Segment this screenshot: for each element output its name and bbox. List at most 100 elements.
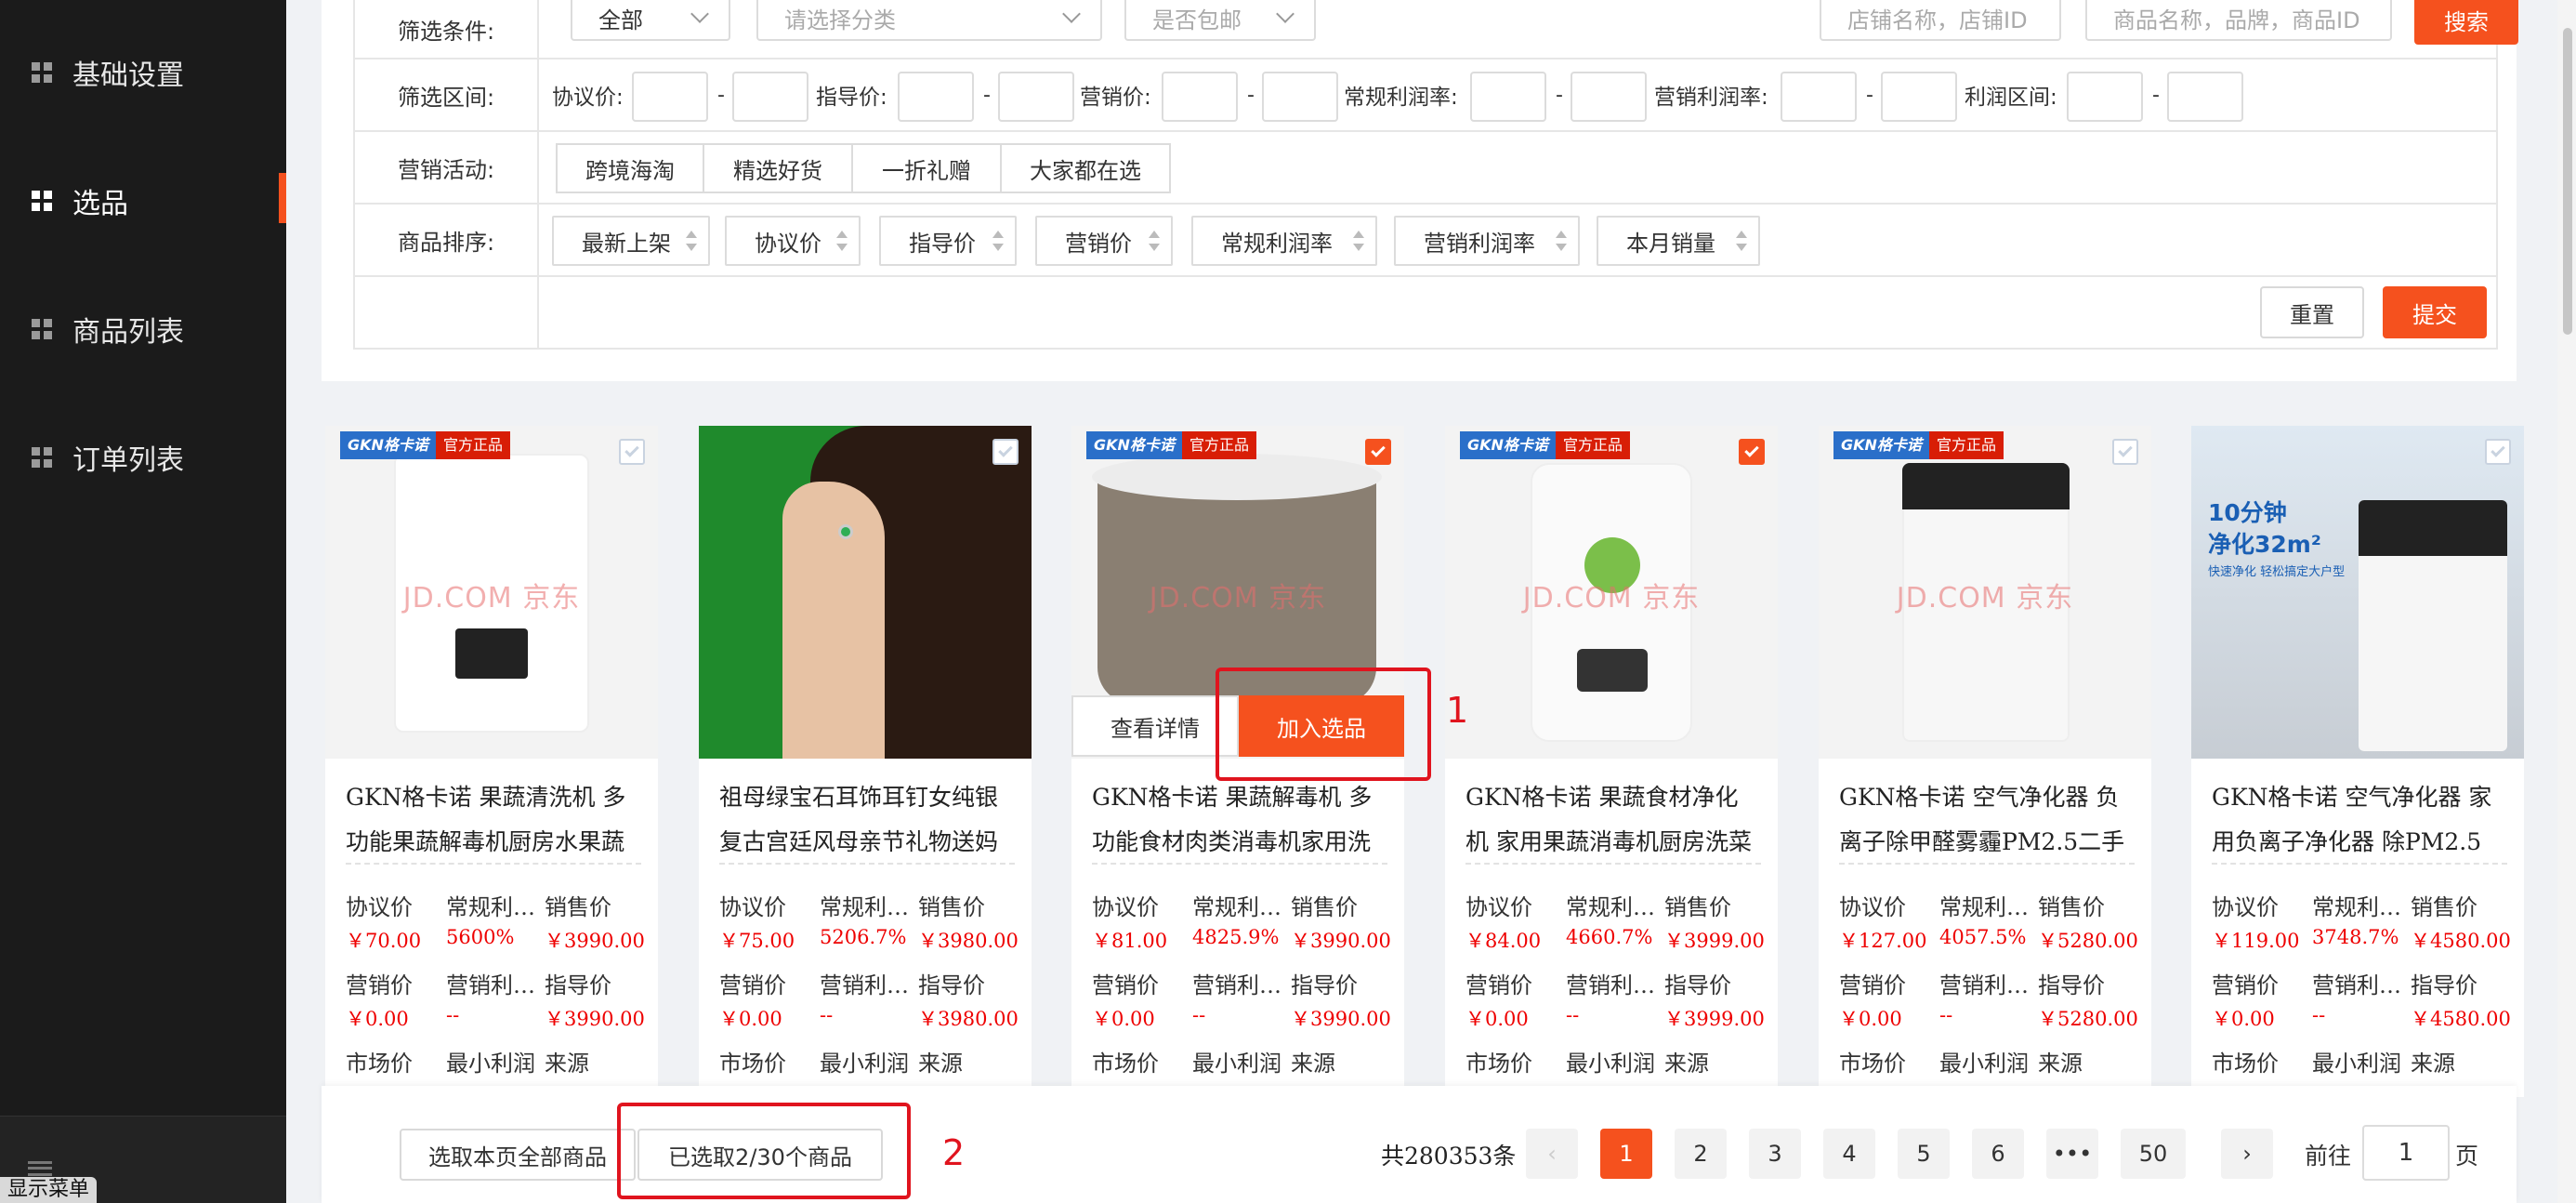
range-dash: - [2152,83,2160,107]
select-checkbox[interactable] [2112,439,2138,465]
activity-selected-goods[interactable]: 精选好货 [703,143,853,193]
page-unit-label: 页 [2455,1143,2479,1170]
condition-select[interactable]: 全部 [571,0,730,41]
select-all-page-button[interactable]: 选取本页全部商品 [400,1129,636,1181]
guide-price-max[interactable] [998,72,1074,122]
product-card[interactable]: JD.COM 京东 GKN格卡诺 官方正品 GKN格卡诺 空气净化器 负离子除甲醛雾霾… [1819,426,2151,1097]
marketing-margin-min[interactable] [1781,72,1857,122]
product-title[interactable]: 祖母绿宝石耳饰耳钉女纯银复古宫廷风母亲节礼物送妈妈 [719,775,1015,863]
product-card[interactable]: JD.COM 京东 GKN格卡诺 官方正品 GKN格卡诺 果蔬食材净化机 家用果蔬消毒… [1445,426,1778,1097]
select-checkbox[interactable] [1739,439,1765,465]
product-image[interactable]: JD.COM 京东 [1819,426,2151,759]
submit-button[interactable]: 提交 [2383,286,2487,338]
page-number-button[interactable]: 50 [2121,1129,2186,1179]
product-image[interactable]: 10分钟 净化32m² 快速净化 轻松搞定大户型 [2191,426,2524,759]
product-image[interactable]: JD.COM 京东 [325,426,658,759]
sort-label: 协议价 [755,230,821,257]
select-checkbox[interactable] [992,439,1019,465]
brand-badge-label: GKN格卡诺 [1833,431,1929,459]
annotation-box-1 [1216,668,1431,781]
product-card[interactable]: JD.COM 京东 GKN格卡诺 官方正品 GKN格卡诺 果蔬清洗机 多功能果蔬解毒机… [325,426,658,1097]
select-checkbox[interactable] [1365,439,1391,465]
check-icon [2118,443,2133,457]
product-card[interactable]: 10分钟 净化32m² 快速净化 轻松搞定大户型 GKN格卡诺 空气净化器 家用负离子… [2191,426,2524,1097]
sort-agreed-price[interactable]: 协议价 [725,216,861,266]
profit-range-min[interactable] [2067,72,2143,122]
range-label-profit: 利润区间: [1965,86,2057,110]
product-title[interactable]: GKN格卡诺 空气净化器 家用负离子净化器 除PM2.5 甲醛 [2212,775,2507,863]
sidebar-item-product-list[interactable]: 商品列表 [0,301,286,357]
activity-popular[interactable]: 大家都在选 [1000,143,1171,193]
price-label: 常规利… [820,894,909,920]
view-detail-button[interactable]: 查看详情 [1071,695,1239,757]
select-checkbox[interactable] [2485,439,2511,465]
pagination-ellipsis[interactable]: ••• [2046,1129,2098,1179]
page-number-button[interactable]: 5 [1898,1129,1950,1179]
regular-margin-max[interactable] [1571,72,1647,122]
free-shipping-select[interactable]: 是否包邮 [1124,0,1316,41]
marketing-price-min[interactable] [1162,72,1238,122]
sort-monthly-sales[interactable]: 本月销量 [1597,216,1760,266]
goto-page-input[interactable]: 1 [2362,1125,2450,1181]
price-label: 指导价 [545,972,611,998]
grid-icon [32,62,52,83]
reset-button[interactable]: 重置 [2260,286,2364,338]
shop-search-input[interactable]: 店铺名称，店铺ID [1820,0,2061,41]
watermark: JD.COM 京东 [1896,582,2074,615]
regular-margin-min[interactable] [1470,72,1546,122]
product-title[interactable]: GKN格卡诺 果蔬食材净化机 家用果蔬消毒机厨房洗菜机 [1465,775,1761,863]
agreed-price-min[interactable] [632,72,708,122]
category-select[interactable]: 请选择分类 [756,0,1102,41]
activity-discount-gift[interactable]: 一折礼赠 [851,143,1002,193]
price-label: 销售价 [918,894,985,920]
price-label: 市场价 [1839,1051,1906,1077]
price-label: 常规利… [2312,894,2401,920]
page-number-button[interactable]: 4 [1823,1129,1875,1179]
profit-range-max[interactable] [2167,72,2243,122]
product-title[interactable]: GKN格卡诺 果蔬清洗机 多功能果蔬解毒机厨房水果蔬菜消 [346,775,641,863]
search-button[interactable]: 搜索 [2414,0,2518,45]
prev-page-button[interactable]: ‹ [1526,1129,1578,1179]
divider [2212,863,2507,865]
product-image[interactable] [699,426,1032,759]
sort-label: 营销利润率 [1424,230,1535,257]
sort-newest[interactable]: 最新上架 [552,216,710,266]
product-card[interactable]: 祖母绿宝石耳饰耳钉女纯银复古宫廷风母亲节礼物送妈妈协议价 常规利… 销售价 ￥75.0… [699,426,1032,1097]
select-checkbox[interactable] [619,439,645,465]
brand-badge-label: GKN格卡诺 [1460,431,1556,459]
sort-marketing-price[interactable]: 营销价 [1035,216,1173,266]
next-page-button[interactable]: › [2221,1129,2273,1179]
price-label: 指导价 [1291,972,1358,998]
price-value: ￥5280.00 [2038,1008,2138,1030]
menu-icon[interactable] [28,1161,52,1176]
product-image[interactable]: JD.COM 京东 [1445,426,1778,759]
product-title[interactable]: GKN格卡诺 果蔬解毒机 多功能食材肉类消毒机家用洗菜机 [1092,775,1387,863]
price-label: 营销利… [2312,972,2401,998]
price-value: ￥0.00 [2212,1008,2275,1030]
marketing-price-max[interactable] [1262,72,1338,122]
product-search-input[interactable]: 商品名称，品牌，商品ID [2085,0,2392,41]
scrollbar-thumb[interactable] [2563,28,2572,335]
page-number-button[interactable]: 2 [1675,1129,1727,1179]
product-title[interactable]: GKN格卡诺 空气净化器 负离子除甲醛雾霾PM2.5二手烟异 [1839,775,2135,863]
sidebar-item-order-list[interactable]: 订单列表 [0,430,286,485]
sort-regular-margin[interactable]: 常规利润率 [1191,216,1377,266]
sort-marketing-margin[interactable]: 营销利润率 [1394,216,1580,266]
page-number-button[interactable]: 6 [1972,1129,2024,1179]
activity-cross-border[interactable]: 跨境海淘 [556,143,704,193]
grid-icon [32,447,52,468]
page-number-button[interactable]: 3 [1749,1129,1801,1179]
price-value: ￥0.00 [1465,1008,1529,1030]
guide-price-min[interactable] [898,72,974,122]
sidebar-item-selection[interactable]: 选品 [0,173,286,229]
page-number-button[interactable]: 1 [1600,1129,1652,1179]
price-value: ￥0.00 [1839,1008,1902,1030]
agreed-price-max[interactable] [732,72,808,122]
official-badge-label: 官方正品 [435,431,510,459]
sidebar-item-basic-settings[interactable]: 基础设置 [0,45,286,100]
watermark: JD.COM 京东 [402,582,581,615]
sort-guide-price[interactable]: 指导价 [879,216,1017,266]
price-value: ￥3990.00 [545,1008,645,1030]
chevron-down-icon [1276,5,1295,23]
marketing-margin-max[interactable] [1881,72,1957,122]
